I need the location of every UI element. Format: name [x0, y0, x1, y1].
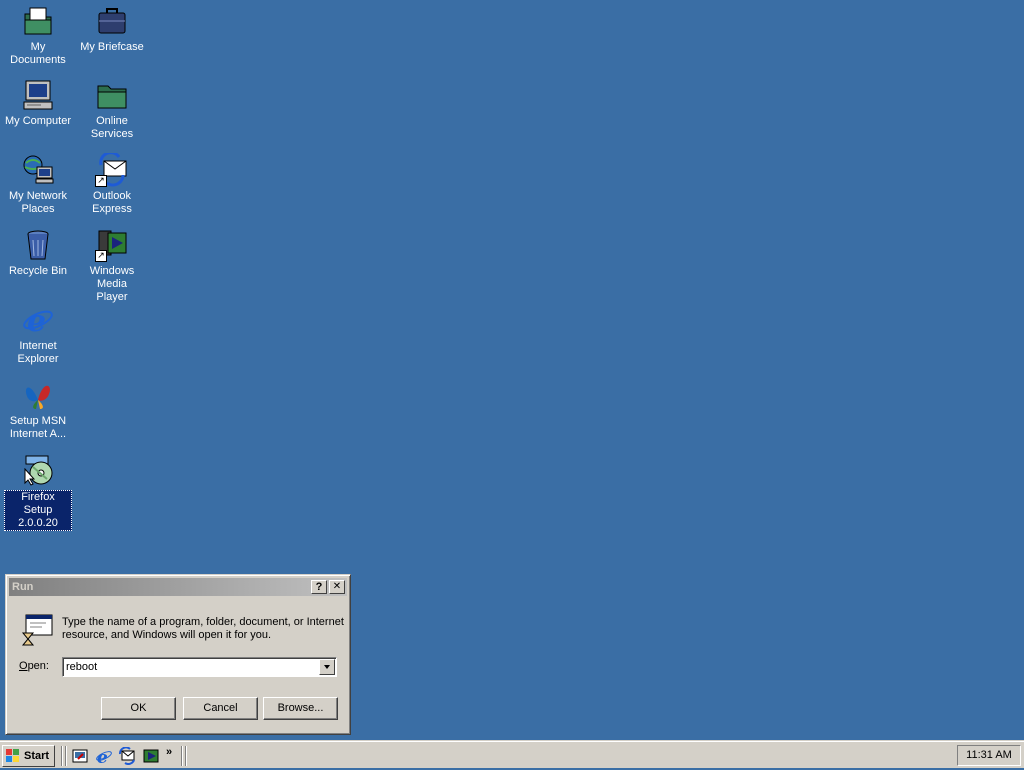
- taskbar-separator: [185, 746, 187, 766]
- taskbar-separator: [181, 746, 183, 766]
- taskbar: Start e » 11:31 AM: [0, 740, 1024, 768]
- help-button[interactable]: ?: [311, 580, 327, 594]
- cancel-button[interactable]: Cancel: [183, 697, 258, 720]
- internet-explorer-icon[interactable]: e: [95, 747, 113, 768]
- desktop-icon-label: Internet Explorer: [17, 340, 59, 365]
- desktop-icon-label: My Briefcase: [80, 41, 144, 53]
- network-icon: [21, 153, 55, 187]
- run-dialog-titlebar[interactable]: Run ? ✕: [9, 578, 347, 596]
- desktop-icon-setup-msn[interactable]: Setup MSN Internet A...: [1, 378, 75, 441]
- msn-butterfly-icon: [21, 378, 55, 412]
- desktop-icon-my-briefcase[interactable]: My Briefcase: [75, 4, 149, 54]
- folder-icon: [95, 78, 129, 112]
- open-label: Open:: [19, 660, 49, 672]
- desktop-icon-recycle-bin[interactable]: Recycle Bin: [1, 228, 75, 278]
- taskbar-separator: [61, 746, 63, 766]
- svg-text:e: e: [27, 304, 46, 337]
- desktop-icon-label: Recycle Bin: [8, 265, 68, 277]
- media-player-icon[interactable]: [142, 747, 160, 765]
- run-dialog-title: Run: [12, 581, 34, 593]
- mouse-cursor-icon: [24, 467, 36, 486]
- ok-button[interactable]: OK: [101, 697, 176, 720]
- quick-launch-more-button[interactable]: »: [166, 746, 172, 758]
- close-button[interactable]: ✕: [329, 580, 345, 594]
- chevron-down-icon[interactable]: [319, 659, 335, 675]
- windows-flag-icon: [6, 749, 20, 763]
- open-label-rest: pen:: [27, 660, 49, 672]
- outlook-express-icon[interactable]: [118, 746, 136, 766]
- shortcut-arrow-icon: ↗: [95, 250, 107, 262]
- outlook-express-icon: ↗: [95, 151, 129, 187]
- taskbar-separator: [65, 746, 67, 766]
- show-desktop-icon[interactable]: [71, 747, 89, 765]
- open-combobox[interactable]: reboot: [62, 657, 337, 677]
- folder-documents-icon: [21, 4, 55, 38]
- desktop-icon-label: Setup MSN Internet A...: [9, 415, 67, 440]
- briefcase-icon: [95, 4, 129, 38]
- open-input[interactable]: reboot: [66, 661, 97, 673]
- desktop-icon-label: My Documents: [10, 41, 66, 66]
- computer-icon: [21, 78, 55, 112]
- run-prompt-text: Type the name of a program, folder, docu…: [62, 616, 344, 641]
- internet-explorer-icon: e: [21, 303, 55, 339]
- desktop-icon-internet-explorer[interactable]: e Internet Explorer: [1, 303, 75, 366]
- desktop-icon-label: My Computer: [4, 115, 72, 127]
- desktop-icon-label: Firefox Setup 2.0.0.20: [4, 490, 72, 531]
- recycle-bin-icon: [21, 228, 55, 262]
- start-label: Start: [24, 750, 50, 762]
- desktop-icon-my-network-places[interactable]: My Network Places: [1, 153, 75, 216]
- media-player-icon: ↗: [95, 228, 129, 262]
- desktop-icon-label: Outlook Express: [92, 190, 132, 215]
- desktop-icon-online-services[interactable]: Online Services: [75, 78, 149, 141]
- desktop-icon-label: My Network Places: [8, 190, 68, 215]
- system-tray-clock[interactable]: 11:31 AM: [957, 745, 1021, 766]
- shortcut-arrow-icon: ↗: [95, 175, 107, 187]
- run-dialog: Run ? ✕ Type the name of a program, fold…: [5, 574, 351, 735]
- browse-button[interactable]: Browse...: [263, 697, 338, 720]
- desktop-icon-outlook-express[interactable]: ↗ Outlook Express: [75, 151, 149, 216]
- desktop-icon-windows-media-player[interactable]: ↗ Windows Media Player: [75, 228, 149, 304]
- desktop-icon-firefox-setup[interactable]: Firefox Setup 2.0.0.20: [1, 453, 75, 531]
- desktop-icon-my-documents[interactable]: My Documents: [1, 4, 75, 67]
- desktop-icon-label: Windows Media Player: [89, 265, 135, 303]
- desktop-icon-my-computer[interactable]: My Computer: [1, 78, 75, 128]
- start-button[interactable]: Start: [2, 745, 55, 767]
- run-program-icon: [20, 613, 56, 649]
- desktop-icon-label: Online Services: [90, 115, 134, 140]
